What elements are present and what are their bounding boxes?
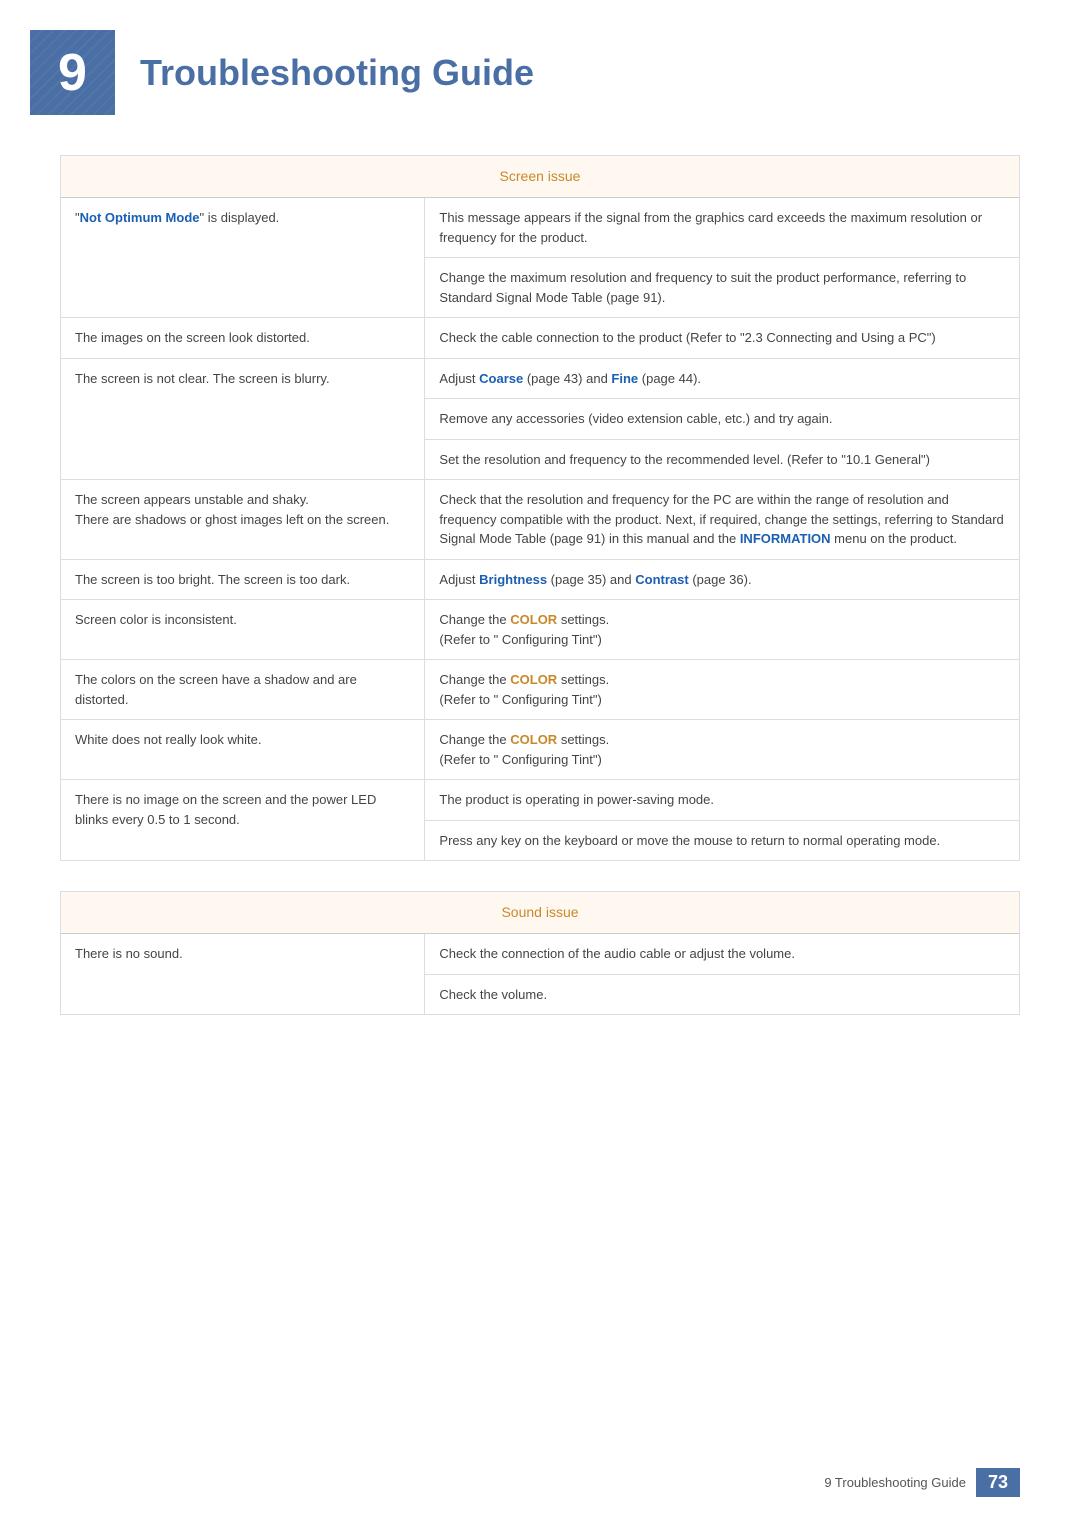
chapter-badge: 9: [30, 30, 115, 115]
table-row: The screen is not clear. The screen is b…: [61, 358, 425, 480]
screen-issue-header: Screen issue: [61, 156, 1020, 198]
sound-issue-table: Sound issue There is no sound.Check the …: [60, 891, 1020, 1015]
page-title: Troubleshooting Guide: [140, 52, 534, 94]
screen-issue-table: Screen issue "Not Optimum Mode" is displ…: [60, 155, 1020, 861]
table-row: The screen is too bright. The screen is …: [61, 559, 425, 600]
table-row: There is no sound.: [61, 934, 425, 1015]
table-row: There is no image on the screen and the …: [61, 780, 425, 861]
table-row: The images on the screen look distorted.: [61, 318, 425, 359]
page-header: 9 Troubleshooting Guide: [0, 0, 1080, 155]
chapter-number: 9: [58, 43, 87, 103]
footer-page-number: 73: [976, 1468, 1020, 1497]
footer-chapter-label: 9 Troubleshooting Guide: [824, 1475, 966, 1490]
table-row: Screen color is inconsistent.: [61, 600, 425, 660]
table-row: The screen appears unstable and shaky.Th…: [61, 480, 425, 560]
table-row: The colors on the screen have a shadow a…: [61, 660, 425, 720]
page-content: Screen issue "Not Optimum Mode" is displ…: [0, 155, 1080, 1105]
sound-issue-header: Sound issue: [61, 892, 1020, 934]
page-footer: 9 Troubleshooting Guide 73: [824, 1468, 1020, 1497]
table-row: "Not Optimum Mode" is displayed.: [61, 198, 425, 318]
table-row: White does not really look white.: [61, 720, 425, 780]
